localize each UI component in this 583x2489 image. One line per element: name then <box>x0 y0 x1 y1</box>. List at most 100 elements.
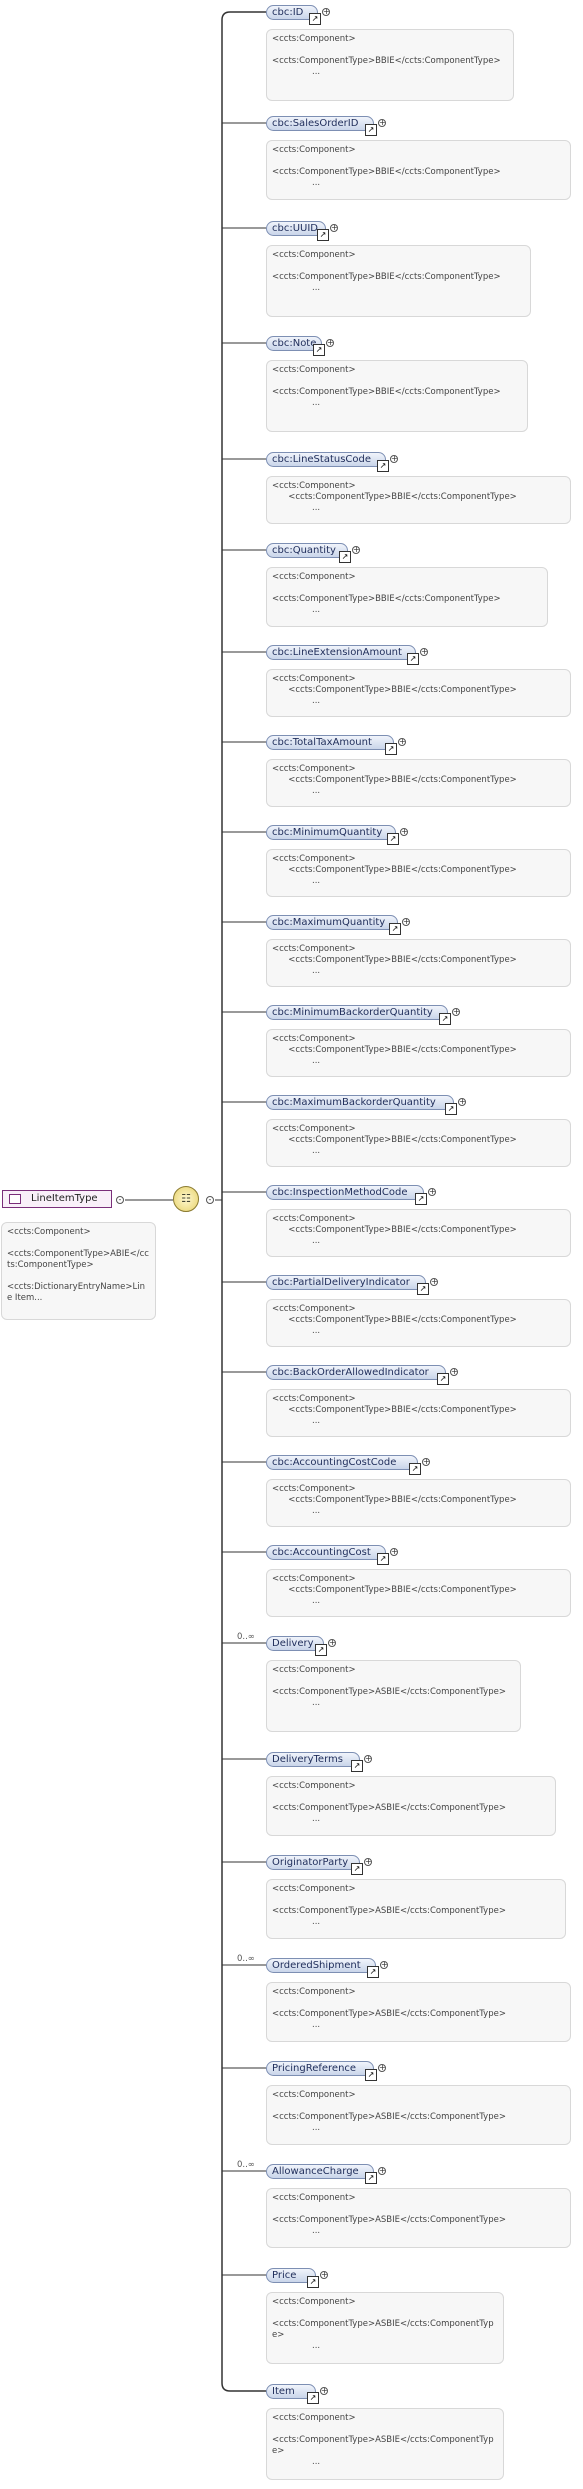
doc-ellipsis: ... <box>312 503 321 513</box>
expand-icon[interactable]: + <box>330 224 338 232</box>
element-node[interactable]: cbc:ID ↗ <box>266 5 321 25</box>
element-label: cbc:PartialDeliveryIndicator <box>272 1277 410 1288</box>
element-documentation: <ccts:Component> <ccts:ComponentType>ASB… <box>266 1660 521 1732</box>
expand-icon[interactable]: + <box>450 1368 458 1376</box>
doc-line: <ccts:DictionaryEntryName>Line Item... <box>7 1282 145 1303</box>
doc-line: <ccts:ComponentType>ASBIE</ccts:Componen… <box>272 2435 494 2456</box>
element-node[interactable]: Delivery ↗ <box>266 1636 327 1656</box>
reference-arrow-icon: ↗ <box>367 1966 379 1978</box>
element-node[interactable]: OriginatorParty ↗ <box>266 1855 363 1875</box>
doc-line <box>272 156 565 167</box>
sequence-compositor-icon[interactable]: ☷ <box>173 1186 199 1212</box>
element-node[interactable]: Item ↗ <box>266 2384 319 2404</box>
element-label: AllowanceCharge <box>272 2166 359 2177</box>
doc-line: <ccts:ComponentType>BBIE</ccts:Component… <box>272 685 517 695</box>
expand-icon[interactable]: + <box>378 2167 386 2175</box>
element-node[interactable]: PricingReference ↗ <box>266 2061 377 2081</box>
element-label: cbc:InspectionMethodCode <box>272 1187 408 1198</box>
doc-line: <ccts:ComponentType>BBIE</ccts:Component… <box>272 1405 517 1415</box>
element-node[interactable]: cbc:MaximumQuantity ↗ <box>266 915 401 935</box>
element-node[interactable]: cbc:MinimumQuantity ↗ <box>266 825 399 845</box>
element-label: cbc:AccountingCost <box>272 1547 371 1558</box>
doc-line <box>272 1998 565 2009</box>
doc-line: <ccts:ComponentType>BBIE</ccts:Component… <box>272 1315 517 1325</box>
element-documentation: <ccts:Component> <ccts:ComponentType>BBI… <box>266 1299 571 1347</box>
expand-icon[interactable]: + <box>422 1458 430 1466</box>
doc-line <box>272 1792 550 1803</box>
expand-icon[interactable]: + <box>390 1548 398 1556</box>
element-node[interactable]: cbc:UUID ↗ <box>266 221 329 241</box>
element-node[interactable]: OrderedShipment ↗ <box>266 1958 379 1978</box>
element-node[interactable]: cbc:InspectionMethodCode ↗ <box>266 1185 427 1205</box>
element-node[interactable]: cbc:MinimumBackorderQuantity ↗ <box>266 1005 451 1025</box>
doc-line <box>272 2204 565 2215</box>
element-node[interactable]: cbc:SalesOrderID ↗ <box>266 116 377 136</box>
root-type-node[interactable]: LineItemType <box>2 1190 112 1208</box>
root-expand-icon[interactable]: - <box>116 1196 124 1204</box>
doc-line: <ccts:ComponentType>ASBIE</ccts:Componen… <box>272 1687 506 1697</box>
expand-icon[interactable]: + <box>364 1755 372 1763</box>
doc-ellipsis: ... <box>312 1596 321 1606</box>
element-documentation: <ccts:Component> <ccts:ComponentType>ASB… <box>266 2292 504 2364</box>
element-node[interactable]: cbc:BackOrderAllowedIndicator ↗ <box>266 1365 449 1385</box>
element-node[interactable]: cbc:AccountingCostCode ↗ <box>266 1455 421 1475</box>
doc-line: <ccts:Component> <box>272 2413 356 2423</box>
doc-line: <ccts:Component> <box>272 1884 356 1894</box>
doc-line: <ccts:ComponentType>BBIE</ccts:Component… <box>272 1585 517 1595</box>
element-node[interactable]: cbc:Quantity ↗ <box>266 543 351 563</box>
expand-icon[interactable]: + <box>430 1278 438 1286</box>
expand-icon[interactable]: + <box>378 119 386 127</box>
doc-line: <ccts:Component> <box>272 2297 356 2307</box>
element-label: cbc:MaximumQuantity <box>272 917 386 928</box>
element-node[interactable]: cbc:Note ↗ <box>266 336 325 356</box>
expand-icon[interactable]: + <box>398 738 406 746</box>
root-documentation: <ccts:Component> <ccts:ComponentType>ABI… <box>1 1222 156 1320</box>
element-documentation: <ccts:Component> <ccts:ComponentType>BBI… <box>266 360 528 432</box>
element-node[interactable]: cbc:LineExtensionAmount ↗ <box>266 645 419 665</box>
element-node[interactable]: AllowanceCharge ↗ <box>266 2164 377 2184</box>
expand-icon[interactable]: + <box>378 2064 386 2072</box>
element-label: OriginatorParty <box>272 1857 349 1868</box>
expand-icon[interactable]: + <box>320 2387 328 2395</box>
expand-icon[interactable]: + <box>402 918 410 926</box>
element-node[interactable]: cbc:LineStatusCode ↗ <box>266 452 389 472</box>
expand-icon[interactable]: + <box>328 1639 336 1647</box>
expand-icon[interactable]: + <box>364 1858 372 1866</box>
element-node[interactable]: cbc:TotalTaxAmount ↗ <box>266 735 397 755</box>
reference-arrow-icon: ↗ <box>445 1103 457 1115</box>
expand-icon[interactable]: + <box>400 828 408 836</box>
reference-arrow-icon: ↗ <box>415 1193 427 1205</box>
element-documentation: <ccts:Component> <ccts:ComponentType>ASB… <box>266 2408 504 2480</box>
element-node[interactable]: cbc:MaximumBackorderQuantity ↗ <box>266 1095 457 1115</box>
expand-icon[interactable]: + <box>420 648 428 656</box>
expand-icon[interactable]: + <box>458 1098 466 1106</box>
reference-arrow-icon: ↗ <box>315 1644 327 1656</box>
expand-icon[interactable]: + <box>320 2271 328 2279</box>
expand-icon[interactable]: + <box>322 8 330 16</box>
doc-ellipsis: ... <box>312 696 321 706</box>
doc-line: <ccts:Component> <box>272 944 356 954</box>
expand-icon[interactable]: + <box>428 1188 436 1196</box>
element-label: Delivery <box>272 1638 314 1649</box>
element-node[interactable]: Price ↗ <box>266 2268 319 2288</box>
sequence-collapse-icon[interactable]: - <box>206 1196 214 1204</box>
doc-line: <ccts:ComponentType>BBIE</ccts:Component… <box>272 1225 517 1235</box>
reference-arrow-icon: ↗ <box>437 1373 449 1385</box>
doc-line: <ccts:ComponentType>ASBIE</ccts:Componen… <box>272 2112 506 2122</box>
expand-icon[interactable]: + <box>390 455 398 463</box>
doc-line: <ccts:ComponentType>ASBIE</ccts:Componen… <box>272 1906 506 1916</box>
element-documentation: <ccts:Component> <ccts:ComponentType>BBI… <box>266 1479 571 1527</box>
expand-icon[interactable]: + <box>352 546 360 554</box>
element-node[interactable]: cbc:PartialDeliveryIndicator ↗ <box>266 1275 429 1295</box>
expand-icon[interactable]: + <box>380 1961 388 1969</box>
element-node[interactable]: DeliveryTerms ↗ <box>266 1752 363 1772</box>
doc-ellipsis: ... <box>312 2123 321 2133</box>
element-documentation: <ccts:Component> <ccts:ComponentType>ASB… <box>266 2085 571 2145</box>
doc-line: <ccts:Component> <box>272 1987 356 1997</box>
element-documentation: <ccts:Component> <ccts:ComponentType>BBI… <box>266 939 571 987</box>
expand-icon[interactable]: + <box>326 339 334 347</box>
doc-line: <ccts:Component> <box>272 1484 356 1494</box>
doc-ellipsis: ... <box>312 1698 321 1708</box>
element-node[interactable]: cbc:AccountingCost ↗ <box>266 1545 389 1565</box>
expand-icon[interactable]: + <box>452 1008 460 1016</box>
